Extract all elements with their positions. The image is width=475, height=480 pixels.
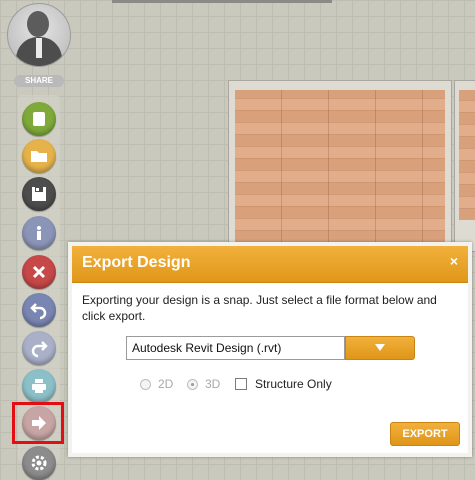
delete-button[interactable] — [22, 255, 56, 289]
file-format-select[interactable]: Autodesk Revit Design (.rvt) — [126, 336, 345, 360]
undo-button[interactable] — [22, 293, 56, 327]
save-design-button[interactable] — [22, 177, 56, 211]
structure-only-label: Structure Only — [255, 377, 332, 391]
dialog-description: Exporting your design is a snap. Just se… — [82, 293, 437, 323]
option-2d-label: 2D — [158, 377, 174, 391]
room-floor-right — [459, 90, 475, 220]
option-3d-label: 3D — [205, 377, 221, 391]
redo-icon — [31, 341, 48, 358]
undo-icon — [30, 303, 47, 320]
printer-icon — [32, 379, 46, 393]
redo-button[interactable] — [22, 331, 56, 365]
close-icon — [32, 265, 46, 279]
dialog-header: Export Design × — [72, 246, 468, 283]
settings-button[interactable] — [22, 446, 56, 480]
option-3d-radio[interactable] — [187, 379, 198, 390]
export-button[interactable]: EXPORT — [390, 422, 460, 446]
folder-icon — [31, 151, 47, 162]
dialog-title: Export Design — [82, 254, 191, 271]
print-button[interactable] — [22, 369, 56, 403]
share-avatar-button[interactable] — [7, 3, 71, 67]
room-floor — [235, 90, 445, 242]
canvas-wall-line — [112, 0, 332, 3]
option-2d-radio[interactable] — [140, 379, 151, 390]
chevron-down-icon — [375, 344, 385, 351]
file-format-dropdown-button[interactable] — [345, 336, 415, 360]
close-icon[interactable]: × — [450, 253, 458, 269]
info-icon — [37, 226, 41, 240]
open-design-button[interactable] — [22, 139, 56, 173]
structure-only-checkbox[interactable] — [235, 378, 247, 390]
new-page-icon — [33, 112, 45, 126]
export-button-highlight — [12, 402, 64, 444]
gear-icon — [31, 455, 47, 471]
info-button[interactable] — [22, 216, 56, 250]
export-design-dialog: Export Design × Exporting your design is… — [68, 242, 472, 457]
floppy-disk-icon — [32, 187, 46, 201]
new-design-button[interactable] — [22, 102, 56, 136]
share-label: SHARE — [14, 75, 64, 87]
